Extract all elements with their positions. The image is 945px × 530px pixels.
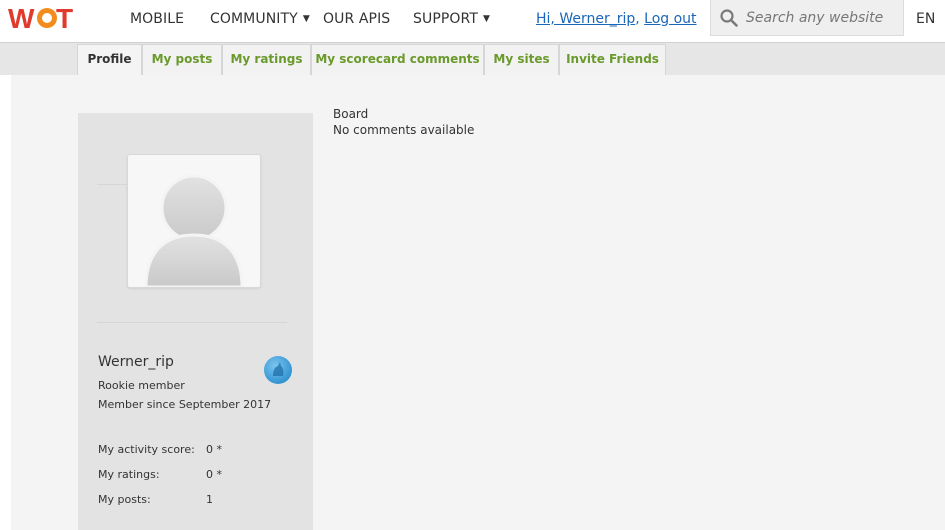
stat-activity-score-value: 0 * — [206, 443, 222, 456]
default-avatar-icon — [144, 174, 244, 289]
chevron-down-icon: ▼ — [302, 14, 310, 24]
tab-profile[interactable]: Profile — [77, 44, 142, 76]
chevron-down-icon: ▼ — [483, 14, 491, 24]
stat-ratings-label: My ratings: — [98, 468, 160, 481]
rookie-badge-icon — [264, 356, 292, 384]
search-box — [710, 0, 904, 36]
board-title: Board — [333, 107, 369, 121]
avatar — [127, 154, 261, 289]
stat-ratings-value: 0 * — [206, 468, 222, 481]
tab-my-posts[interactable]: My posts — [142, 44, 222, 75]
profile-rank: Rookie member — [98, 379, 185, 392]
search-input[interactable] — [746, 8, 896, 28]
divider — [97, 184, 127, 185]
nav-community-label: COMMUNITY — [210, 11, 298, 27]
stat-activity-score-label: My activity score: — [98, 443, 195, 456]
tab-my-scorecard-comments[interactable]: My scorecard comments — [311, 44, 484, 75]
user-links-separator: , — [635, 11, 640, 27]
logout-link[interactable]: Log out — [644, 11, 696, 27]
nav-support-label: SUPPORT — [413, 11, 478, 27]
profile-username: Werner_rip — [98, 354, 174, 370]
language-selector[interactable]: EN — [916, 11, 935, 27]
tab-my-sites[interactable]: My sites — [484, 44, 559, 75]
top-bar: W T MOBILE COMMUNITY ▼ OUR APIS SUPPORT ▼ … — [0, 0, 945, 42]
nav-mobile[interactable]: MOBILE — [130, 11, 184, 27]
main-content: Werner_rip Rookie member Member since Se… — [11, 75, 945, 530]
user-greeting-link[interactable]: Hi, Werner_rip — [536, 11, 635, 27]
tab-invite-friends[interactable]: Invite Friends — [559, 44, 666, 75]
profile-tabs: Profile My posts My ratings My scorecard… — [0, 42, 945, 76]
nav-community[interactable]: COMMUNITY ▼ — [210, 11, 310, 27]
profile-card: Werner_rip Rookie member Member since Se… — [78, 113, 313, 530]
wot-logo[interactable]: W T — [8, 3, 78, 33]
profile-member-since: Member since September 2017 — [98, 398, 272, 411]
user-links: Hi, Werner_rip, Log out — [536, 11, 697, 27]
svg-text:T: T — [56, 3, 73, 33]
nav-support[interactable]: SUPPORT ▼ — [413, 11, 490, 27]
svg-text:W: W — [8, 3, 35, 33]
nav-our-apis[interactable]: OUR APIS — [323, 11, 390, 27]
stat-posts-value: 1 — [206, 493, 213, 506]
divider — [97, 322, 287, 323]
tab-my-ratings[interactable]: My ratings — [222, 44, 311, 75]
magnifier-icon[interactable] — [720, 9, 738, 27]
stat-posts-label: My posts: — [98, 493, 151, 506]
board-empty-message: No comments available — [333, 123, 475, 137]
